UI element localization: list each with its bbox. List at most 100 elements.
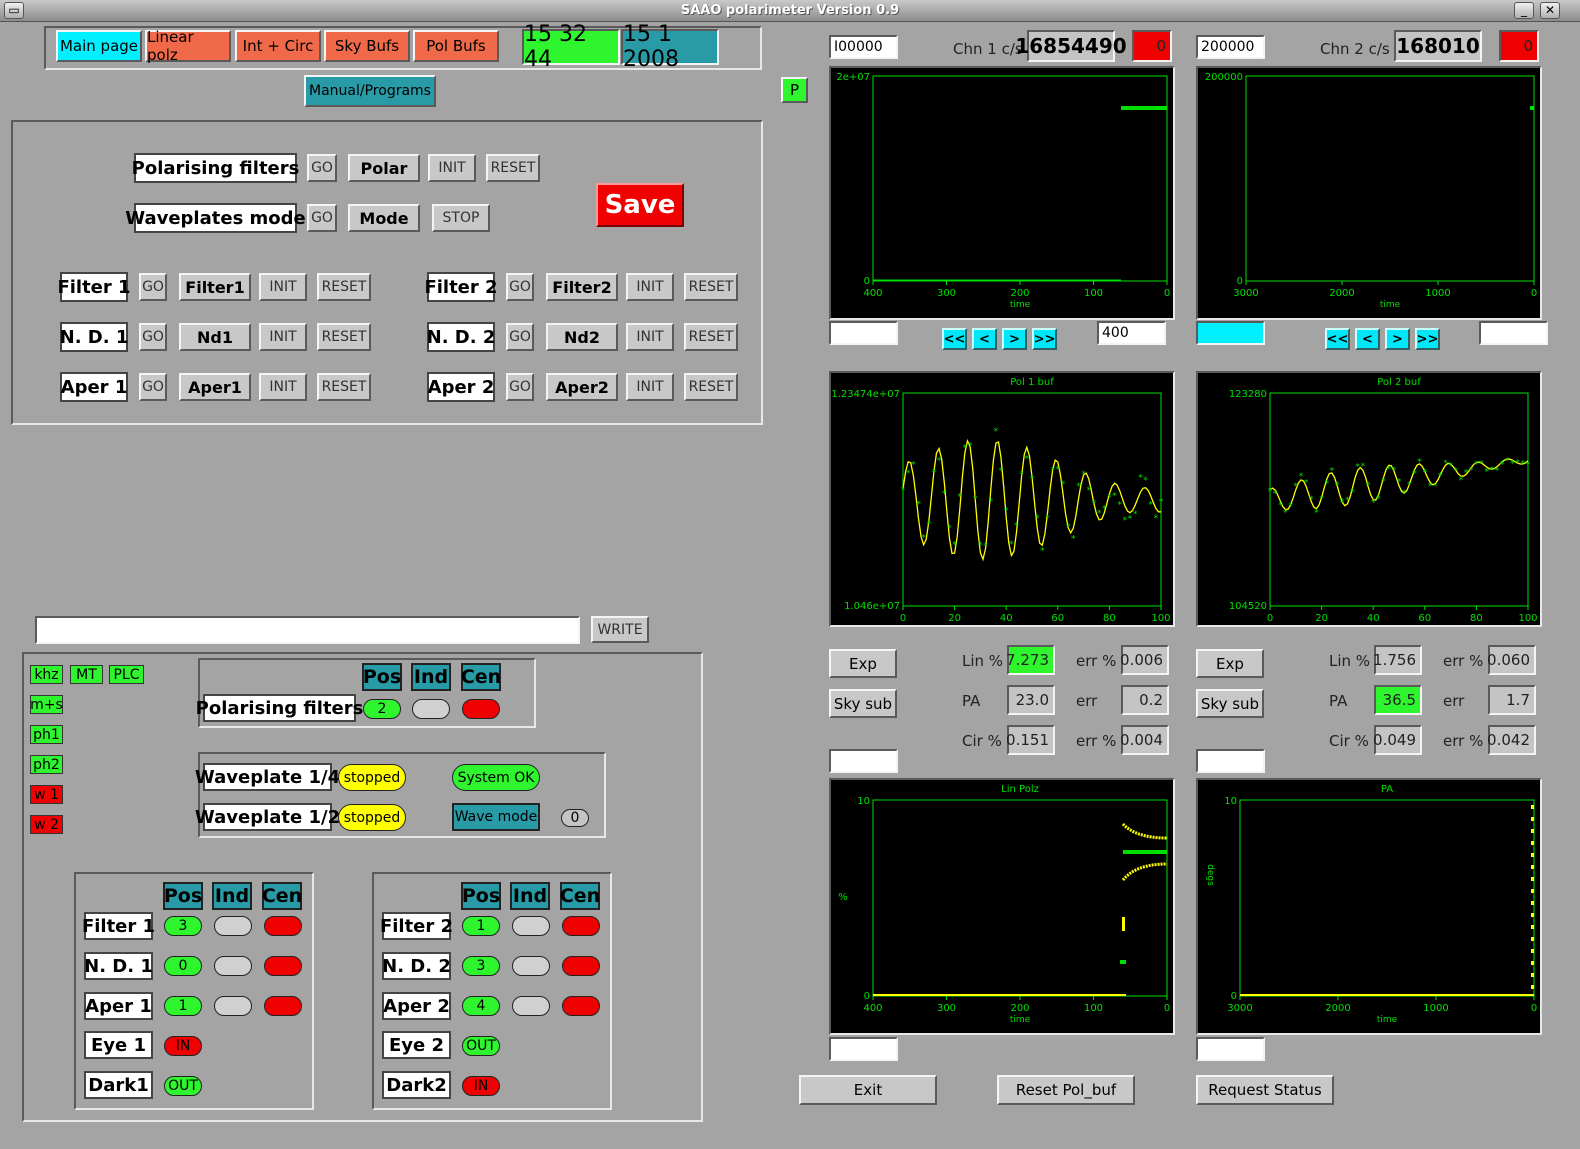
nd1b-button[interactable]: Nd1 [179, 323, 251, 351]
chn2-prev-button[interactable]: < [1355, 328, 1380, 350]
status-f1-label: Filter 1 [82, 912, 155, 940]
status-nd2-pos-pill: 3 [462, 956, 500, 976]
tab-int-circ[interactable]: Int + Circ [235, 30, 321, 62]
ap2-reset-button[interactable]: RESET [684, 373, 738, 401]
polar-button[interactable]: Polar [348, 154, 420, 182]
chn2-range-input[interactable] [1479, 321, 1548, 345]
exit-button[interactable]: Exit [799, 1075, 937, 1105]
exp1-button[interactable]: Exp [829, 649, 897, 678]
ap1-init-button[interactable]: INIT [259, 373, 307, 401]
f2-label: Filter 2 [424, 272, 498, 302]
nd2-go-button[interactable]: GO [506, 323, 534, 351]
lp-xtick-label: 0 [1164, 1003, 1170, 1014]
f2-init-button[interactable]: INIT [626, 273, 674, 301]
ch2-cen-header: Cen [560, 882, 600, 910]
f1-go-button[interactable]: GO [139, 273, 167, 301]
status-f2-pos-pill: 1 [462, 916, 500, 936]
ap1b-button[interactable]: Aper1 [179, 373, 251, 401]
p2-data-point: * [1330, 466, 1335, 476]
p2-data-point: * [1288, 502, 1293, 512]
ap2-label: Aper 2 [427, 372, 495, 402]
status-dark1-label: Dark1 [84, 1071, 153, 1099]
c2-xtick-label: 0 [1531, 288, 1537, 299]
skysub2-button[interactable]: Sky sub [1196, 689, 1264, 718]
minimize-icon[interactable]: _ [1514, 2, 1534, 19]
chn1-range-input[interactable]: 400 [1097, 321, 1166, 345]
close-icon[interactable]: ✕ [1540, 2, 1560, 19]
mode-button[interactable]: Mode [348, 204, 420, 232]
chn2-next-button[interactable]: > [1385, 328, 1410, 350]
khz-led: khz [30, 665, 63, 684]
nd1-reset-button[interactable]: RESET [317, 323, 371, 351]
status-ap1-label: Aper 1 [84, 992, 153, 1020]
polfilt-go-button[interactable]: GO [307, 154, 337, 182]
chn1-min-input[interactable] [829, 321, 898, 345]
command-input[interactable] [35, 616, 580, 644]
ch2-pa-value: 36.5 [1374, 685, 1422, 715]
p2-data-point: * [1407, 481, 1412, 491]
pa-ymin-label: 0 [1231, 991, 1237, 1002]
request-status-button[interactable]: Request Status [1196, 1075, 1334, 1105]
ch2-result-input[interactable] [1196, 749, 1265, 773]
ch2-lin-err-label: err % [1443, 652, 1484, 670]
mt-led: MT [70, 665, 103, 684]
nd2-reset-button[interactable]: RESET [684, 323, 738, 351]
p1-data-point: * [937, 456, 942, 466]
f1-reset-button[interactable]: RESET [317, 273, 371, 301]
pa-plot: PA 10 0 3000 2000 1000 0 time degs [1196, 778, 1542, 1035]
linpolz-min-input[interactable] [829, 1037, 898, 1061]
ap2-go-button[interactable]: GO [506, 373, 534, 401]
tab-pol-bufs[interactable]: Pol Bufs [413, 30, 499, 62]
reset-pol-buf-button[interactable]: Reset Pol_buf [997, 1075, 1135, 1105]
ap1-reset-button[interactable]: RESET [317, 373, 371, 401]
c1-xlabel: time [1010, 300, 1031, 310]
ap1-go-button[interactable]: GO [139, 373, 167, 401]
chn1-last-button[interactable]: >> [1032, 328, 1057, 350]
manual-programs-button[interactable]: Manual/Programs [304, 75, 436, 107]
wavemode-go-button[interactable]: GO [307, 204, 337, 232]
f2b-button[interactable]: Filter2 [546, 273, 618, 301]
p2-plot-title: Pol 2 buf [1377, 377, 1421, 388]
polfilt-init-button[interactable]: INIT [428, 154, 476, 182]
nd1-go-button[interactable]: GO [139, 323, 167, 351]
ap2b-button[interactable]: Aper2 [546, 373, 618, 401]
tab-main-page[interactable]: Main page [56, 30, 142, 62]
stop-button[interactable]: STOP [432, 204, 490, 232]
chn2-scale-input[interactable]: 200000 [1196, 35, 1265, 59]
f1b-button[interactable]: Filter1 [179, 273, 251, 301]
chn1-prev-button[interactable]: < [972, 328, 997, 350]
nd2b-button[interactable]: Nd2 [546, 323, 618, 351]
chn1-scale-input[interactable]: I00000 [829, 35, 898, 59]
ch1-result-input[interactable] [829, 749, 898, 773]
f2-go-button[interactable]: GO [506, 273, 534, 301]
polfilt-reset-button[interactable]: RESET [486, 154, 540, 182]
save-button[interactable]: Save [596, 183, 684, 227]
linpolz-curve-upper [1121, 822, 1168, 840]
chn1-first-button[interactable]: << [942, 328, 967, 350]
p1-data-point: * [1087, 486, 1092, 496]
chn1-next-button[interactable]: > [1002, 328, 1027, 350]
status-ap1-cen-pill [264, 996, 302, 1016]
tab-sky-bufs[interactable]: Sky Bufs [324, 30, 410, 62]
f2-reset-button[interactable]: RESET [684, 273, 738, 301]
p1-xtick-label: 80 [1103, 613, 1116, 624]
ap2-init-button[interactable]: INIT [626, 373, 674, 401]
p2-xtick-label: 20 [1315, 613, 1328, 624]
chn2-min-input[interactable] [1196, 321, 1265, 345]
nd2-init-button[interactable]: INIT [626, 323, 674, 351]
chn2-first-button[interactable]: << [1325, 328, 1350, 350]
skysub1-button[interactable]: Sky sub [829, 689, 897, 718]
nd1-init-button[interactable]: INIT [259, 323, 307, 351]
ch1-ind-header: Ind [212, 882, 252, 910]
exp2-button[interactable]: Exp [1196, 649, 1264, 678]
p1-data-point: * [947, 524, 952, 534]
tab-linear-polz[interactable]: Linear polz [145, 28, 231, 64]
ch1-lin-label: Lin % [962, 652, 1004, 670]
chn2-last-button[interactable]: >> [1415, 328, 1440, 350]
p-indicator[interactable]: P [781, 77, 808, 103]
pa-min-input[interactable] [1196, 1037, 1265, 1061]
write-button[interactable]: WRITE [591, 616, 649, 643]
p1-data-point: * [921, 534, 926, 544]
f1-init-button[interactable]: INIT [259, 273, 307, 301]
c1-ymax-label: 2e+07 [836, 72, 870, 83]
